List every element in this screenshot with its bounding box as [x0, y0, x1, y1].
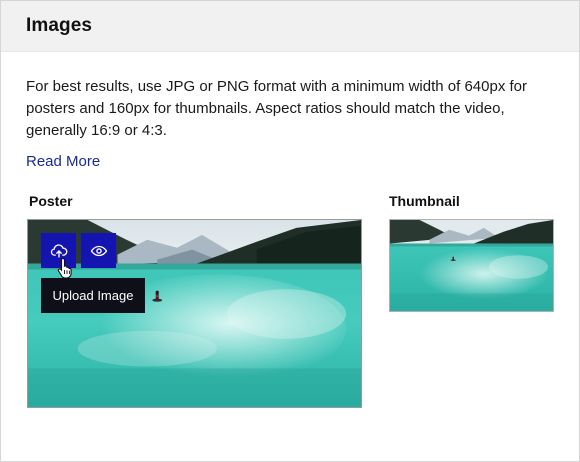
- poster-label: Poster: [29, 193, 73, 209]
- thumbnail-label: Thumbnail: [389, 193, 460, 209]
- poster-lake-photo: [28, 220, 361, 407]
- preview-image-button[interactable]: [81, 233, 116, 268]
- hand-pointer-cursor-icon: [57, 257, 72, 279]
- eye-icon: [90, 245, 107, 256]
- images-panel: Images For best results, use JPG or PNG …: [0, 0, 580, 462]
- panel-header: Images: [1, 1, 579, 52]
- thumbnail-image[interactable]: [389, 219, 554, 312]
- poster-image[interactable]: Upload Image: [27, 219, 362, 408]
- upload-image-tooltip: Upload Image: [41, 278, 145, 313]
- image-guidelines-text: For best results, use JPG or PNG format …: [26, 78, 528, 139]
- panel-title: Images: [26, 15, 93, 36]
- read-more-link[interactable]: Read More: [26, 153, 100, 170]
- thumbnail-lake-photo: [390, 220, 553, 311]
